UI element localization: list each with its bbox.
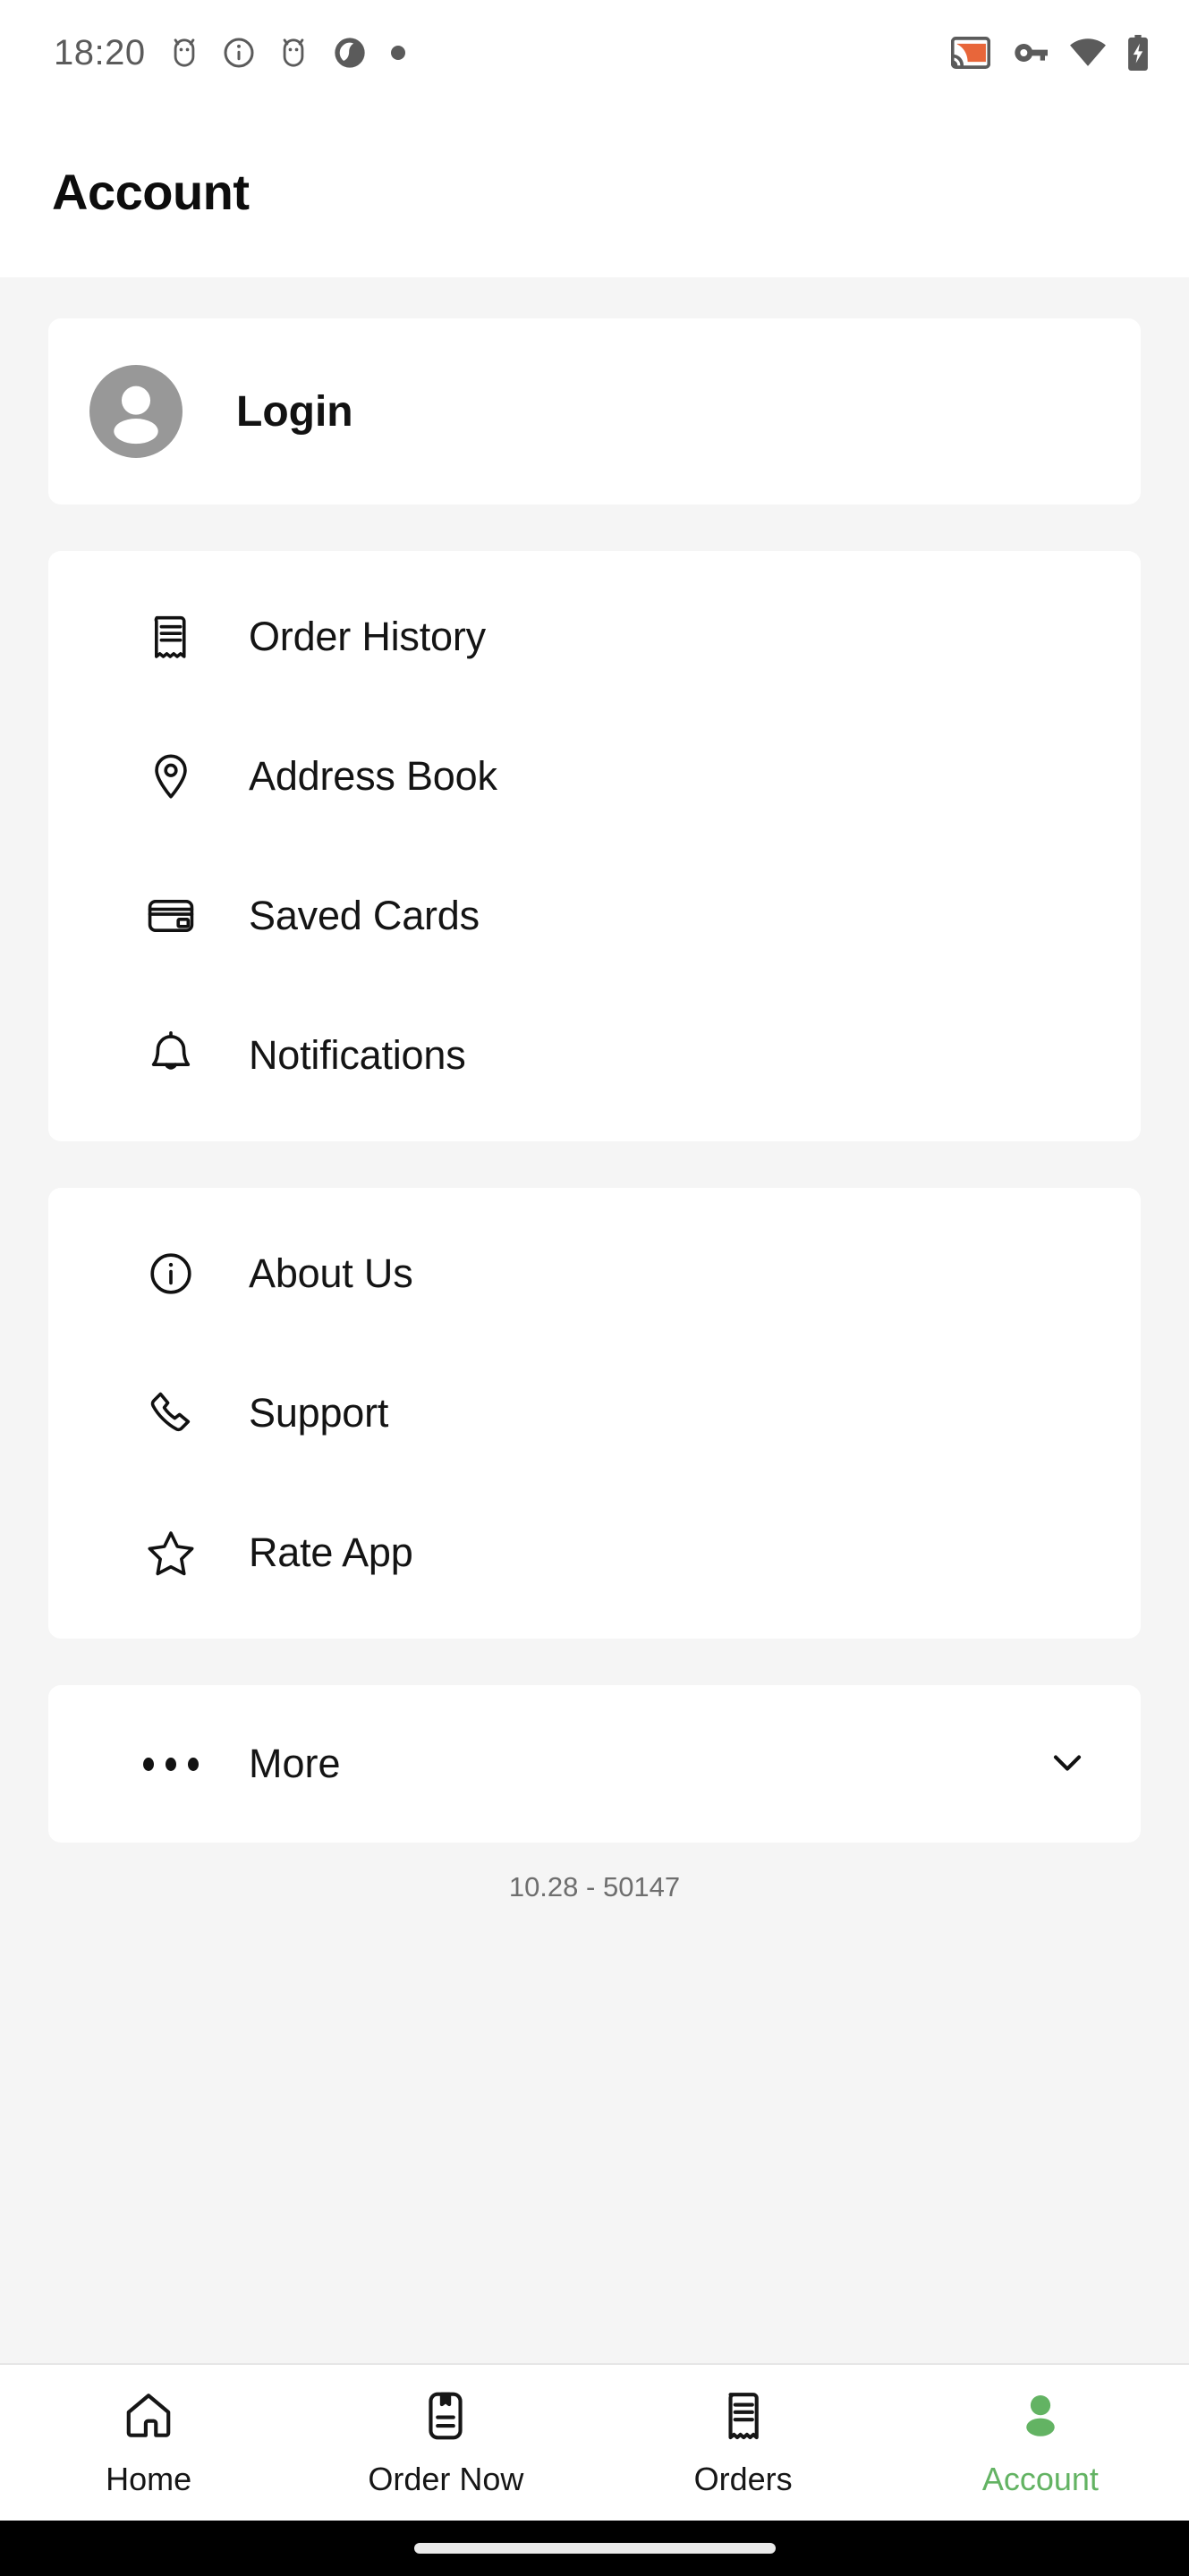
- menu-item-label: Notifications: [249, 1032, 466, 1078]
- app-version-label: 10.28 - 50147: [508, 1871, 681, 1902]
- menu-item-label: Support: [249, 1390, 389, 1436]
- more-row[interactable]: More: [48, 1685, 1141, 1843]
- menu-item-label: Order History: [249, 614, 486, 659]
- nav-tab-account[interactable]: Account: [892, 2365, 1189, 2521]
- android-bug-icon: [283, 38, 303, 67]
- home-indicator[interactable]: [413, 2543, 776, 2554]
- phone-icon: [143, 1387, 199, 1439]
- status-bar-right: [951, 35, 1150, 71]
- bell-icon: [143, 1030, 199, 1081]
- nav-tab-home[interactable]: Home: [0, 2365, 297, 2521]
- chevron-down-icon[interactable]: [1044, 1739, 1091, 1790]
- android-bug-icon: [174, 38, 194, 67]
- nav-tab-order-now[interactable]: Order Now: [297, 2365, 594, 2521]
- page-title: Account: [52, 163, 250, 220]
- menu-item-about-us[interactable]: About Us: [48, 1204, 1141, 1343]
- menu-item-label: Address Book: [249, 753, 497, 799]
- status-bar-left: 18:20: [54, 33, 405, 73]
- account-menu-list: Order History Address Book Saved Cards N…: [48, 551, 1141, 1141]
- menu-item-rate-app[interactable]: Rate App: [48, 1483, 1141, 1623]
- status-bar: 18:20: [0, 0, 1189, 106]
- receipt-icon: [143, 611, 199, 663]
- menu-item-label: Saved Cards: [249, 893, 480, 938]
- nav-tab-label: Order Now: [368, 2460, 524, 2497]
- nav-tab-orders[interactable]: Orders: [595, 2365, 892, 2521]
- nav-tab-label: Account: [981, 2460, 1099, 2497]
- status-bar-clock: 18:20: [54, 32, 146, 72]
- person-avatar-icon: [89, 365, 183, 458]
- receipt-icon: [716, 2388, 771, 2448]
- location-pin-icon: [143, 750, 199, 802]
- info-menu-card: About Us Support Rate App: [48, 1188, 1141, 1639]
- app-header: Account: [0, 106, 1189, 277]
- login-card[interactable]: Login: [48, 318, 1141, 504]
- account-menu-card: Order History Address Book Saved Cards N…: [48, 551, 1141, 1141]
- credit-card-icon: [143, 890, 199, 942]
- menu-book-icon: [418, 2388, 473, 2448]
- battery-charging-icon: [1128, 35, 1148, 71]
- menu-item-address-book[interactable]: Address Book: [48, 707, 1141, 846]
- system-gesture-bar: [0, 2521, 1189, 2576]
- menu-item-order-history[interactable]: Order History: [48, 567, 1141, 707]
- menu-item-support[interactable]: Support: [48, 1343, 1141, 1483]
- dot-indicator-icon: [390, 46, 405, 60]
- menu-item-label: About Us: [249, 1250, 413, 1296]
- aperture-logo-icon: [334, 38, 365, 68]
- menu-item-notifications[interactable]: Notifications: [48, 986, 1141, 1125]
- more-label: More: [249, 1741, 341, 1786]
- info-menu-list: About Us Support Rate App: [48, 1188, 1141, 1639]
- home-icon: [121, 2388, 176, 2448]
- login-label: Login: [236, 387, 353, 436]
- more-card[interactable]: More: [48, 1685, 1141, 1843]
- info-circle-icon: [224, 38, 254, 68]
- account-content: Login Order History Address Book Saved C…: [0, 277, 1189, 2363]
- nav-tab-label: Home: [106, 2460, 192, 2497]
- nav-tab-label: Orders: [693, 2460, 793, 2497]
- menu-item-saved-cards[interactable]: Saved Cards: [48, 846, 1141, 986]
- menu-item-label: Rate App: [249, 1530, 413, 1575]
- cast-icon: [951, 37, 990, 69]
- star-icon: [143, 1527, 199, 1579]
- bottom-navigation: Home Order Now Orders Account: [0, 2363, 1189, 2521]
- ellipsis-icon: [143, 1757, 199, 1771]
- info-circle-icon: [143, 1248, 199, 1300]
- wifi-icon: [1070, 38, 1106, 66]
- vpn-key-icon: [1015, 44, 1048, 62]
- person-icon: [1013, 2388, 1068, 2448]
- app-screen: 18:20 Account Login Order History Addres…: [0, 0, 1189, 2576]
- login-row[interactable]: Login: [48, 318, 1141, 504]
